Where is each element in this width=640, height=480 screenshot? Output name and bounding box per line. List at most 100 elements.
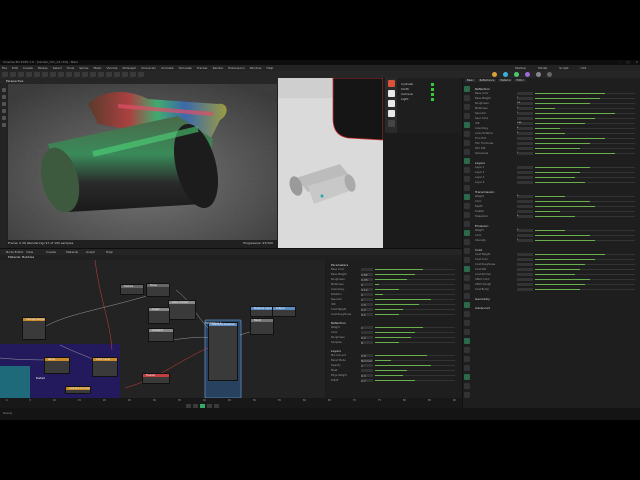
parameter-value[interactable]: 0 bbox=[517, 229, 533, 232]
am-editor-icon[interactable] bbox=[464, 221, 470, 227]
camera-icon[interactable] bbox=[106, 72, 112, 77]
node-port-row[interactable] bbox=[45, 370, 69, 373]
parameter-row[interactable]: Layer 3 bbox=[475, 176, 640, 180]
parameter-slider[interactable] bbox=[535, 230, 635, 231]
am-coat-icon[interactable] bbox=[464, 131, 470, 137]
parameter-slider[interactable] bbox=[535, 98, 635, 99]
am-geometry-icon[interactable] bbox=[464, 140, 470, 146]
parameter-value[interactable]: 0 bbox=[517, 195, 533, 198]
parameter-value[interactable] bbox=[517, 181, 533, 184]
parameter-row[interactable]: Dispersion 0 bbox=[475, 215, 640, 219]
object-row[interactable]: Cloth bbox=[401, 87, 409, 91]
grid-icon[interactable] bbox=[387, 120, 395, 127]
parameter-slider[interactable] bbox=[375, 299, 455, 300]
parameter-value[interactable] bbox=[517, 283, 533, 286]
parameter-row[interactable]: Aniso Rotation 0 bbox=[475, 132, 640, 136]
parameter-slider[interactable] bbox=[535, 269, 635, 270]
am-reflectance-icon[interactable] bbox=[464, 95, 470, 101]
parameter-row[interactable]: Specular 1 bbox=[475, 112, 640, 116]
node-port-row[interactable] bbox=[23, 336, 45, 339]
am-volume-icon[interactable] bbox=[464, 293, 470, 299]
parameter-row[interactable]: Affect Rough bbox=[475, 283, 640, 287]
am-light-link-icon[interactable] bbox=[464, 320, 470, 326]
graph-node[interactable]: Color Layer bbox=[92, 357, 118, 377]
parameter-value[interactable] bbox=[517, 142, 533, 145]
rotate-icon[interactable] bbox=[42, 72, 48, 77]
parameter-value[interactable]: Normal bbox=[361, 359, 373, 363]
parameter-row[interactable]: Coat Bump bbox=[475, 288, 640, 292]
parameter-slider[interactable] bbox=[375, 284, 455, 285]
move-icon[interactable] bbox=[26, 72, 32, 77]
parameter-row[interactable]: Base Color bbox=[475, 92, 640, 96]
parameter-row[interactable]: Color bbox=[475, 234, 640, 238]
object-row[interactable]: Camera bbox=[401, 92, 413, 96]
attribute-section[interactable]: Reflection bbox=[475, 87, 490, 91]
am-bump-icon[interactable] bbox=[464, 185, 470, 191]
parameter-row[interactable]: Layer 4 bbox=[475, 181, 640, 185]
parameter-row[interactable]: Layer 1 bbox=[475, 166, 640, 170]
select-icon[interactable] bbox=[18, 72, 24, 77]
node-editor-menu[interactable]: Create bbox=[46, 250, 56, 254]
graph-node[interactable]: Invert bbox=[148, 307, 170, 324]
parameter-slider[interactable] bbox=[535, 216, 635, 217]
am-alpha-icon[interactable] bbox=[464, 212, 470, 218]
am-info-icon[interactable] bbox=[464, 365, 470, 371]
pen-icon[interactable] bbox=[66, 72, 72, 77]
scale-tool-icon[interactable] bbox=[1, 102, 6, 106]
parameter-value[interactable] bbox=[517, 278, 533, 281]
lock-icon[interactable] bbox=[387, 100, 395, 107]
node-port-row[interactable] bbox=[149, 338, 173, 341]
node-editor-menu[interactable]: Help bbox=[106, 250, 113, 254]
parameter-value[interactable]: 1 bbox=[517, 97, 533, 100]
am-ao-icon[interactable] bbox=[464, 347, 470, 353]
undo-icon[interactable] bbox=[2, 72, 8, 77]
field-icon[interactable] bbox=[98, 72, 104, 77]
subdivide-icon[interactable] bbox=[82, 72, 88, 77]
attribute-section[interactable]: Geometry bbox=[475, 297, 490, 301]
node-port-row[interactable] bbox=[273, 313, 295, 316]
parameter-row[interactable]: Coat Color bbox=[475, 258, 640, 262]
parameter-slider[interactable] bbox=[535, 235, 635, 236]
parameter-value[interactable] bbox=[517, 117, 533, 120]
parameter-value[interactable] bbox=[517, 166, 533, 169]
parameter-row[interactable]: Intensity 1 bbox=[475, 239, 640, 243]
parameter-row[interactable]: Coat Roughness bbox=[475, 263, 640, 267]
am-normal-icon[interactable] bbox=[464, 194, 470, 200]
am-exclude-icon[interactable] bbox=[464, 329, 470, 335]
parameter-row[interactable]: Roughness 0.3 bbox=[475, 102, 640, 106]
am-glow-icon[interactable] bbox=[464, 257, 470, 263]
am-illumination-icon[interactable] bbox=[464, 176, 470, 182]
parameter-slider[interactable] bbox=[535, 254, 635, 255]
parameter-row[interactable]: Depth bbox=[475, 205, 640, 209]
node-editor-tab[interactable]: Material: Bubbles bbox=[8, 255, 34, 259]
parameter-value[interactable]: 0.12 bbox=[361, 288, 373, 292]
parameter-value[interactable]: 0.5 bbox=[361, 354, 373, 358]
parameter-value[interactable]: 0.3 bbox=[517, 102, 533, 105]
am-gi-icon[interactable] bbox=[464, 338, 470, 344]
node-port-row[interactable] bbox=[93, 373, 117, 376]
graph-node[interactable]: Noise bbox=[146, 283, 170, 297]
parameter-slider[interactable] bbox=[375, 327, 455, 328]
graph-node[interactable]: Fresnel bbox=[142, 373, 170, 384]
attribute-section[interactable]: Advanced bbox=[475, 306, 490, 310]
parameter-slider[interactable] bbox=[535, 196, 635, 197]
parameter-value[interactable]: 1 bbox=[361, 326, 373, 330]
parameter-row[interactable]: Weight 0 bbox=[475, 229, 640, 233]
parameter-value[interactable]: 1.45 bbox=[517, 122, 533, 125]
parameter-row[interactable]: Base Weight 1 bbox=[475, 97, 640, 101]
editor-viewport[interactable] bbox=[278, 78, 383, 261]
parameter-value[interactable] bbox=[517, 137, 533, 140]
section-header[interactable]: Reflection bbox=[331, 321, 346, 325]
render-view-icon[interactable] bbox=[503, 72, 508, 77]
parameter-slider[interactable] bbox=[535, 133, 635, 134]
deformer-icon[interactable] bbox=[90, 72, 96, 77]
parameter-value[interactable] bbox=[517, 171, 533, 174]
render-region-icon[interactable] bbox=[138, 72, 144, 77]
am-sss-icon[interactable] bbox=[464, 230, 470, 236]
parameter-value[interactable]: 0 bbox=[517, 215, 533, 218]
visibility-check[interactable] bbox=[431, 98, 434, 101]
am-advanced-icon[interactable] bbox=[464, 149, 470, 155]
node-port-row[interactable] bbox=[169, 316, 195, 319]
camera-icon[interactable] bbox=[387, 90, 395, 97]
parameter-row[interactable]: Weight 0 bbox=[475, 195, 640, 199]
